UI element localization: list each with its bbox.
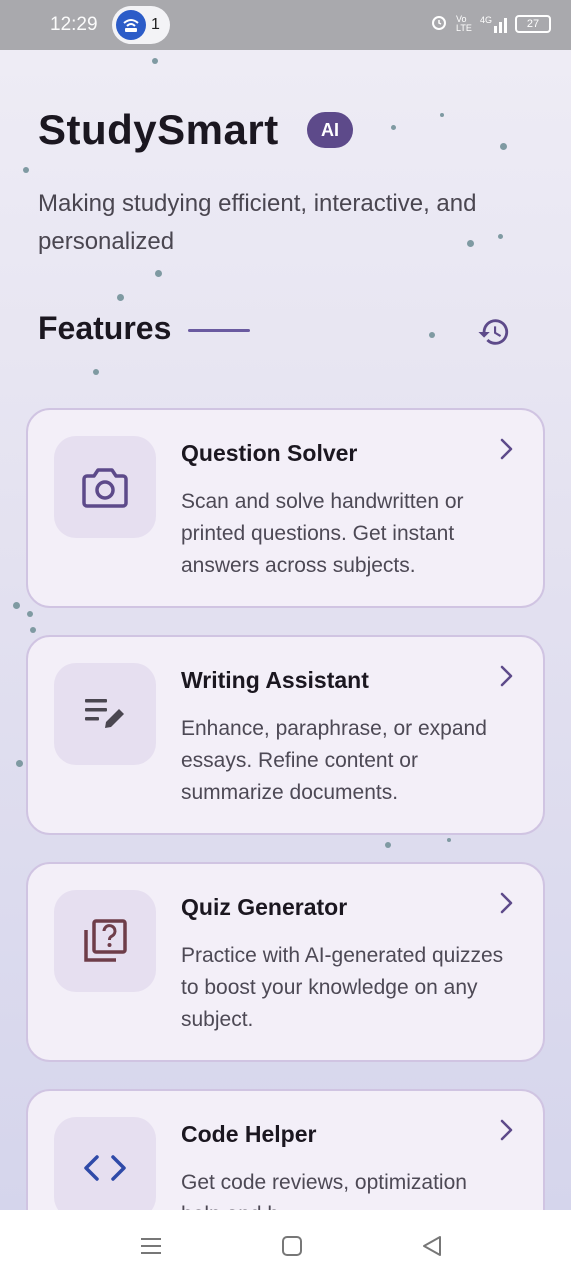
menu-icon[interactable] — [137, 1232, 165, 1260]
decor-dot — [385, 842, 391, 848]
feature-card-code-helper[interactable]: Code Helper Get code reviews, optimizati… — [26, 1089, 545, 1210]
history-icon — [478, 319, 509, 345]
card-description: Get code reviews, optimization help and … — [181, 1171, 467, 1210]
decor-dot — [440, 113, 444, 117]
volte-icon: Vo LTE — [455, 13, 472, 33]
card-icon-box — [54, 890, 156, 992]
decor-dot — [500, 143, 507, 150]
decor-dot — [391, 125, 396, 130]
feature-card-quiz-generator[interactable]: Quiz Generator Practice with AI-generate… — [26, 862, 545, 1062]
chevron-right-icon[interactable] — [494, 434, 518, 464]
signal-label: 4G — [479, 14, 492, 25]
chevron-right-icon[interactable] — [494, 888, 518, 918]
hotspot-count: 1 — [151, 16, 160, 33]
alarm-icon — [430, 13, 448, 34]
hotspot-icon — [116, 10, 146, 40]
feature-card-question-solver[interactable]: Question Solver Scan and solve handwritt… — [26, 408, 545, 608]
card-icon-box — [54, 663, 156, 765]
decor-dot — [152, 58, 158, 64]
feature-card-writing-assistant[interactable]: Writing Assistant Enhance, paraphrase, o… — [26, 635, 545, 835]
chevron-right-icon[interactable] — [494, 661, 518, 691]
signal-icon: 4G — [480, 15, 507, 33]
card-description: Enhance, paraphrase, or expand essays. R… — [181, 717, 487, 804]
features-heading: Features — [38, 310, 172, 346]
status-icons: Vo LTE 4G 27 — [430, 13, 551, 34]
card-title: Question Solver — [181, 440, 358, 466]
card-icon-box — [54, 436, 156, 538]
decor-dot — [23, 167, 29, 173]
app-subtitle: Making studying efficient, interactive, … — [38, 190, 477, 255]
card-title: Code Helper — [181, 1121, 317, 1147]
status-bar: 12:29 1 Vo LTE 4G 27 — [0, 0, 571, 50]
decor-dot — [155, 270, 162, 277]
status-time: 12:29 — [50, 14, 98, 35]
decor-dot — [117, 294, 124, 301]
system-nav-bar — [0, 1210, 571, 1280]
card-title: Quiz Generator — [181, 894, 348, 920]
ai-badge: AI — [307, 112, 353, 148]
decor-dot — [27, 611, 33, 617]
decor-dot — [30, 627, 36, 633]
card-title: Writing Assistant — [181, 667, 369, 693]
card-description: Practice with AI-generated quizzes to bo… — [181, 944, 504, 1031]
app-screen: StudySmart AI Making studying efficient,… — [0, 50, 571, 1210]
hotspot-indicator[interactable]: 1 — [112, 6, 170, 44]
code-icon — [84, 1155, 126, 1181]
decor-dot — [447, 838, 451, 842]
card-icon-box — [54, 1117, 156, 1210]
decor-dot — [93, 369, 99, 375]
history-button[interactable] — [474, 312, 514, 352]
decor-dot — [13, 602, 20, 609]
home-icon[interactable] — [278, 1232, 306, 1260]
heading-underline — [188, 329, 250, 332]
back-icon[interactable] — [418, 1232, 446, 1260]
card-description: Scan and solve handwritten or printed qu… — [181, 490, 464, 577]
decor-dot — [16, 760, 23, 767]
battery-icon: 27 — [515, 14, 551, 33]
edit-note-icon — [85, 699, 124, 728]
camera-icon — [82, 468, 128, 508]
app-title: StudySmart — [38, 106, 279, 153]
decor-dot — [429, 332, 435, 338]
chevron-right-icon[interactable] — [494, 1115, 518, 1145]
quiz-icon — [84, 919, 127, 962]
